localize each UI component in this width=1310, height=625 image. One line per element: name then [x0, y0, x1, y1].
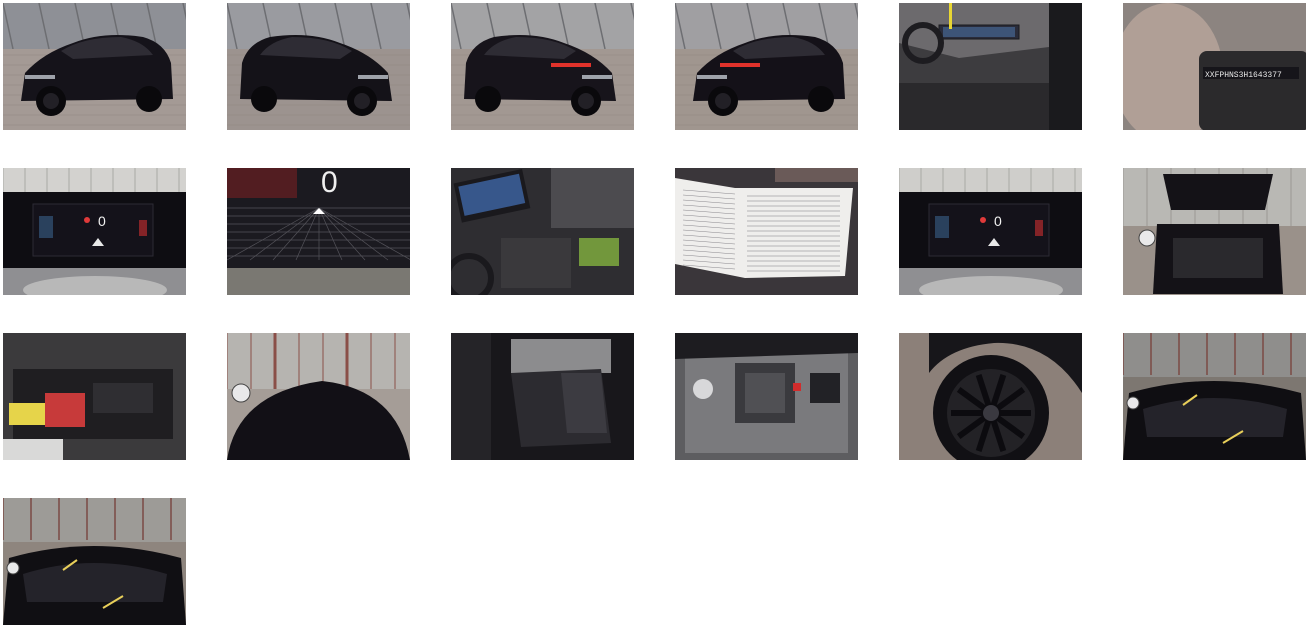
rear-seats-image — [451, 333, 634, 460]
photo-gallery: XXFPHNS3H1643377 0 0 0 — [0, 0, 1310, 625]
instrument-cluster-image: 0 — [899, 168, 1082, 295]
service-booklet-image — [675, 168, 858, 295]
photo-thumbnail-service-booklet[interactable] — [675, 168, 858, 295]
wheel-image — [899, 333, 1082, 460]
photo-thumbnail-rear-seats[interactable] — [451, 333, 634, 460]
roof-top-image — [227, 333, 410, 460]
open-trunk-image — [1123, 168, 1306, 295]
windshield-image — [1123, 333, 1306, 460]
photo-thumbnail-car-front-right[interactable] — [227, 3, 410, 130]
photo-thumbnail-interior-dashboard[interactable] — [899, 3, 1082, 130]
car-rear-left-image — [675, 3, 858, 130]
svg-text:XXFPHNS3H1643377: XXFPHNS3H1643377 — [1205, 71, 1282, 80]
vin-plate-image: XXFPHNS3H1643377 — [1123, 3, 1306, 130]
svg-text:0: 0 — [994, 213, 1002, 229]
car-front-left-image — [3, 3, 186, 130]
photo-thumbnail-engine-bay[interactable] — [675, 333, 858, 460]
trunk-storage-image — [3, 333, 186, 460]
instrument-cluster-image: 0 — [3, 168, 186, 295]
photo-thumbnail-instrument-cluster-closeup[interactable]: 0 — [227, 168, 410, 295]
photo-thumbnail-trunk-storage[interactable] — [3, 333, 186, 460]
photo-thumbnail-car-rear-left[interactable] — [675, 3, 858, 130]
photo-thumbnail-instrument-cluster[interactable]: 0 — [3, 168, 186, 295]
photo-thumbnail-open-trunk[interactable] — [1123, 168, 1306, 295]
photo-thumbnail-roof-top[interactable] — [227, 333, 410, 460]
car-front-right-image — [227, 3, 410, 130]
windshield-front-image — [3, 498, 186, 625]
photo-thumbnail-infotainment-console[interactable] — [451, 168, 634, 295]
photo-thumbnail-vin-plate[interactable]: XXFPHNS3H1643377 — [1123, 3, 1306, 130]
car-rear-right-image — [451, 3, 634, 130]
photo-thumbnail-instrument-cluster[interactable]: 0 — [899, 168, 1082, 295]
photo-thumbnail-windshield-front[interactable] — [3, 498, 186, 625]
photo-thumbnail-wheel[interactable] — [899, 333, 1082, 460]
photo-thumbnail-windshield[interactable] — [1123, 333, 1306, 460]
photo-thumbnail-car-front-left[interactable] — [3, 3, 186, 130]
instrument-cluster-closeup-image: 0 — [227, 168, 410, 295]
engine-bay-image — [675, 333, 858, 460]
svg-text:0: 0 — [98, 213, 106, 229]
photo-thumbnail-car-rear-right[interactable] — [451, 3, 634, 130]
infotainment-console-image — [451, 168, 634, 295]
svg-text:0: 0 — [321, 168, 338, 199]
interior-dashboard-image — [899, 3, 1082, 130]
